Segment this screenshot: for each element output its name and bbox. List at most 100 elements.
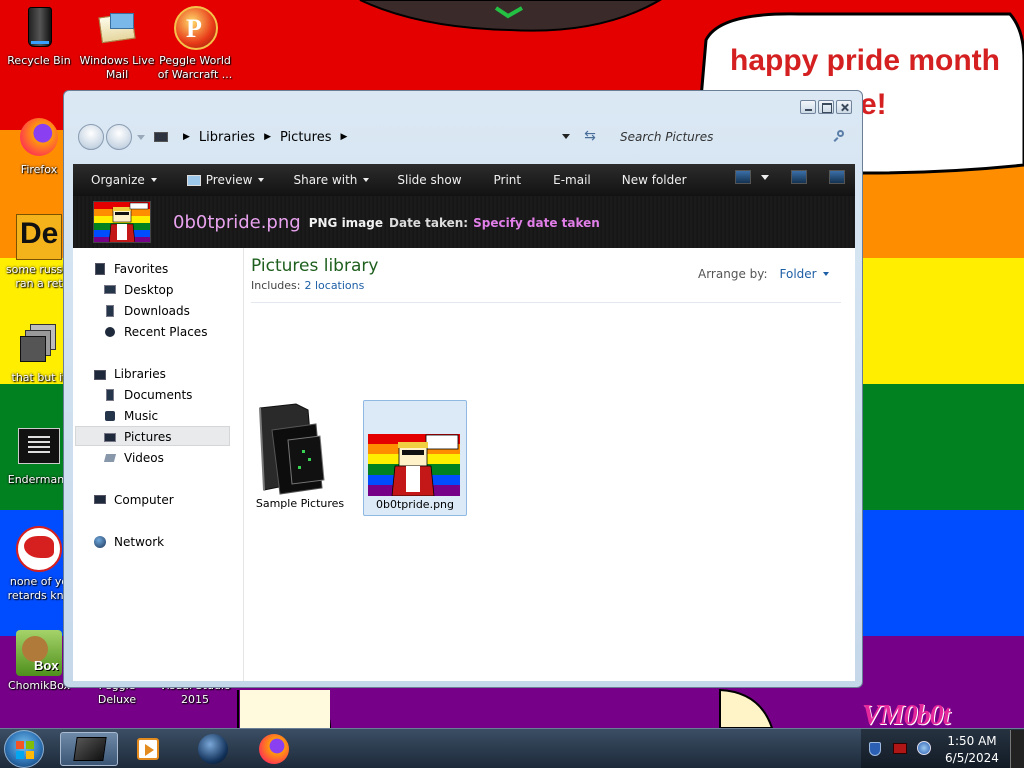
breadcrumb: ▶ Libraries ▶ Pictures ▶: [174, 130, 356, 145]
start-button[interactable]: [4, 730, 44, 768]
nav-music[interactable]: Music: [103, 407, 158, 425]
taskbar-app-button[interactable]: [184, 732, 242, 766]
refresh-icon[interactable]: ⇆: [582, 128, 598, 144]
nav-network-label: Network: [114, 535, 165, 549]
breadcrumb-separator-icon[interactable]: ▶: [183, 132, 190, 142]
clock-time[interactable]: 1:50 AM: [940, 734, 1004, 748]
network-icon: [93, 535, 107, 549]
close-button[interactable]: [836, 100, 852, 114]
de-icon: De: [16, 214, 62, 260]
nav-libraries[interactable]: Libraries: [93, 365, 166, 383]
nav-documents[interactable]: Documents: [103, 386, 192, 404]
peggle-icon: P: [172, 5, 218, 51]
print-button[interactable]: Print: [485, 168, 531, 192]
breadcrumb-pictures[interactable]: Pictures: [280, 130, 331, 145]
new-folder-button[interactable]: New folder: [613, 168, 696, 192]
chevron-down-icon: [150, 178, 157, 182]
forward-button[interactable]: [106, 124, 132, 150]
file-item-0b0tpride[interactable]: 0b0tpride.png: [363, 400, 467, 516]
back-button[interactable]: [78, 124, 104, 150]
address-history-dropdown[interactable]: [562, 134, 570, 139]
details-filename: 0b0tpride.png: [173, 211, 301, 233]
view-controls: [735, 170, 845, 184]
chevron-down-icon: [822, 272, 829, 276]
chevron-down-icon[interactable]: [761, 174, 769, 180]
slide-show-button[interactable]: Slide show: [388, 168, 470, 192]
nav-favorites-label: Favorites: [114, 262, 169, 276]
volume-icon[interactable]: [917, 741, 931, 755]
share-with-label: Share with: [293, 173, 358, 187]
taskbar-explorer-button[interactable]: [60, 732, 118, 766]
wallpaper-bubble-text-line2: e!: [860, 88, 887, 121]
organize-button[interactable]: Organize: [82, 168, 166, 192]
details-date-value[interactable]: Specify date taken: [473, 216, 600, 230]
nav-music-label: Music: [124, 409, 159, 423]
taskbar: 1:50 AM 6/5/2024: [0, 728, 1024, 768]
library-includes: Includes: 2 locations: [251, 279, 364, 292]
nav-downloads-label: Downloads: [124, 304, 190, 318]
search-icon[interactable]: [834, 130, 846, 142]
dino-icon: [16, 526, 62, 572]
nav-videos[interactable]: Videos: [103, 449, 164, 467]
downloads-icon: [103, 304, 117, 318]
clock-date[interactable]: 6/5/2024: [940, 751, 1004, 765]
file-name: Sample Pictures: [255, 497, 345, 510]
maximize-button[interactable]: [818, 100, 834, 114]
nav-videos-label: Videos: [124, 451, 164, 465]
nav-network[interactable]: Network: [93, 533, 164, 551]
pictures-icon: [103, 430, 117, 444]
library-title: Pictures library: [251, 256, 379, 276]
recycle-bin-icon: [16, 5, 62, 51]
email-button[interactable]: E-mail: [544, 168, 600, 192]
share-with-button[interactable]: Share with: [284, 168, 378, 192]
chomikbox-icon: Box: [16, 630, 62, 676]
nav-recent-places[interactable]: Recent Places: [103, 323, 207, 341]
show-desktop-button[interactable]: [1010, 730, 1024, 768]
preview-button[interactable]: Preview: [178, 168, 274, 192]
globe-icon: [198, 734, 228, 764]
stack-icon: [16, 322, 62, 368]
console-icon: [16, 424, 62, 470]
documents-icon: [103, 388, 117, 402]
desktop-icon-windows-live-mail[interactable]: Windows Live Mail: [79, 5, 155, 82]
nav-pictures[interactable]: Pictures: [103, 428, 172, 446]
security-icon[interactable]: [869, 742, 881, 756]
computer-icon: [93, 493, 107, 507]
network-status-icon[interactable]: [893, 743, 907, 754]
change-view-icon[interactable]: [735, 170, 751, 184]
address-bar[interactable]: ▶ Libraries ▶ Pictures ▶: [150, 125, 595, 149]
nav-downloads[interactable]: Downloads: [103, 302, 190, 320]
breadcrumb-libraries[interactable]: Libraries: [199, 130, 255, 145]
organize-label: Organize: [91, 173, 145, 187]
nav-computer[interactable]: Computer: [93, 491, 174, 509]
breadcrumb-separator-icon[interactable]: ▶: [340, 132, 347, 142]
file-item-sample-pictures[interactable]: Sample Pictures: [248, 400, 352, 516]
minimize-button[interactable]: [800, 100, 816, 114]
taskbar-firefox-button[interactable]: [245, 732, 303, 766]
includes-label: Includes:: [251, 279, 301, 292]
firefox-icon: [259, 734, 289, 764]
arrange-dropdown[interactable]: Folder: [780, 267, 829, 281]
desktop-icon-recycle-bin[interactable]: Recycle Bin: [1, 5, 77, 68]
details-pane: 0b0tpride.png PNG image Date taken: Spec…: [73, 196, 855, 248]
desktop-icon-label: Recycle Bin: [7, 54, 71, 67]
recent-pages-dropdown[interactable]: [137, 134, 145, 140]
search-placeholder: Search Pictures: [620, 130, 714, 144]
file-thumbnail: [93, 201, 151, 243]
desktop-icon-label: Windows Live Mail: [79, 54, 155, 81]
breadcrumb-separator-icon[interactable]: ▶: [264, 132, 271, 142]
details-date-label: Date taken:: [389, 216, 469, 230]
nav-desktop[interactable]: Desktop: [103, 281, 174, 299]
nav-favorites[interactable]: Favorites: [93, 260, 168, 278]
wallpaper-bubble-text: happy pride month: [730, 44, 1000, 77]
image-thumbnail: [368, 434, 460, 496]
folder-icon: [259, 403, 325, 495]
preview-pane-icon[interactable]: [791, 170, 807, 184]
mail-icon: [94, 5, 140, 51]
locations-link[interactable]: 2 locations: [304, 279, 364, 292]
arrange-label: Arrange by:: [698, 267, 768, 281]
help-icon[interactable]: [829, 170, 845, 184]
desktop-icon-peggle-wow[interactable]: P Peggle World of Warcraft ...: [157, 5, 233, 82]
search-input[interactable]: Search Pictures: [609, 125, 854, 149]
taskbar-media-player-button[interactable]: [120, 732, 178, 766]
